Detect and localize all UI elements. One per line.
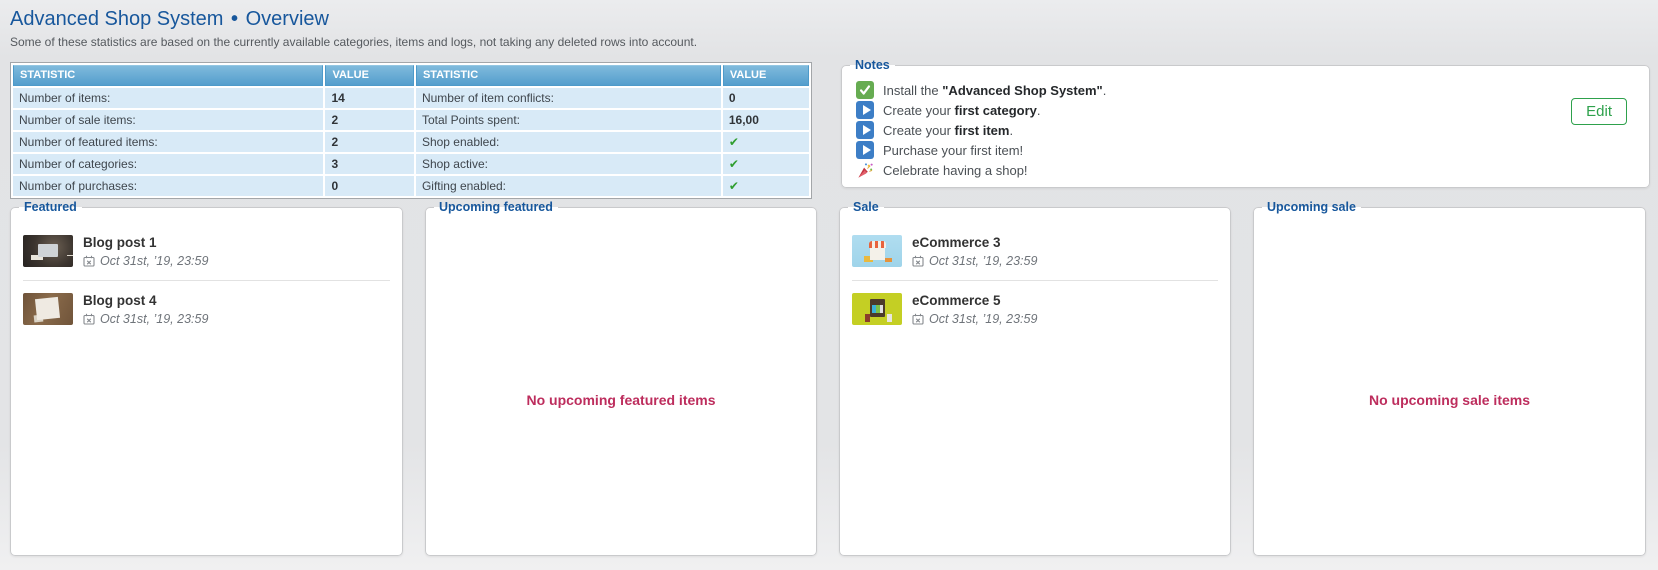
sale-item-title[interactable]: eCommerce 5 (912, 293, 1037, 309)
table-row: Number of purchases: 0 Gifting enabled: … (13, 176, 809, 196)
stat-value: 2 (325, 110, 413, 130)
featured-panel: Featured Blog post 1 Oct 31st, ’19, 23:5… (10, 200, 403, 556)
note-item: Create your first item. (856, 120, 1635, 140)
stat-label: Number of categories: (13, 154, 323, 174)
table-row: Number of items: 14 Number of item confl… (13, 88, 809, 108)
item-thumbnail (852, 235, 902, 267)
note-item: Celebrate having a shop! (856, 160, 1635, 180)
note-text: Create your first item. (883, 123, 1013, 138)
list-item: eCommerce 5 Oct 31st, ’19, 23:59 (852, 280, 1218, 338)
stat-label: Gifting enabled: (416, 176, 721, 196)
stat-label: Shop active: (416, 154, 721, 174)
featured-item-title[interactable]: Blog post 4 (83, 293, 208, 309)
item-end-date: Oct 31st, ’19, 23:59 (83, 312, 208, 326)
upcoming-featured-legend: Upcoming featured (434, 200, 558, 214)
stat-value: 0 (325, 176, 413, 196)
advanced-shop-system-name: "Advanced Shop System" (942, 83, 1102, 98)
stat-value: 16,00 (723, 110, 809, 130)
notes-panel: Notes Install the "Advanced Shop System"… (841, 58, 1650, 188)
note-text: Create your first category. (883, 103, 1041, 118)
list-item: Blog post 1 Oct 31st, ’19, 23:59 (23, 226, 390, 280)
column-header-value: VALUE (723, 65, 809, 86)
column-header-value: VALUE (325, 65, 413, 86)
column-header-statistic: STATISTIC (13, 65, 323, 86)
upcoming-sale-legend: Upcoming sale (1262, 200, 1361, 214)
calendar-icon (83, 313, 95, 325)
list-item: Blog post 4 Oct 31st, ’19, 23:59 (23, 280, 390, 338)
calendar-icon (912, 255, 924, 267)
note-text: Purchase your first item! (883, 143, 1023, 158)
table-row: Number of categories: 3 Shop active: ✔ (13, 154, 809, 174)
page-description: Some of these statistics are based on th… (10, 35, 697, 49)
item-end-date: Oct 31st, ’19, 23:59 (83, 254, 208, 268)
note-item: Install the "Advanced Shop System". (856, 80, 1635, 100)
item-thumbnail (23, 293, 73, 325)
stat-label: Total Points spent: (416, 110, 721, 130)
page-header: Advanced Shop System • Overview Some of … (10, 8, 697, 49)
checkbox-checked-icon (856, 81, 874, 99)
stat-label: Number of item conflicts: (416, 88, 721, 108)
featured-legend: Featured (19, 200, 82, 214)
stat-label: Shop enabled: (416, 132, 721, 152)
item-thumbnail (23, 235, 73, 267)
first-category-link[interactable]: first category (955, 103, 1037, 118)
title-separator: • (231, 8, 238, 30)
page-title-app: Advanced Shop System (10, 8, 223, 30)
featured-item-title[interactable]: Blog post 1 (83, 235, 208, 251)
first-item-link[interactable]: first item (955, 123, 1010, 138)
play-icon (856, 141, 874, 159)
item-thumbnail (852, 293, 902, 325)
note-text: Install the "Advanced Shop System". (883, 83, 1106, 98)
stat-value: 3 (325, 154, 413, 174)
note-item: Create your first category. (856, 100, 1635, 120)
page-title: Advanced Shop System • Overview (10, 8, 697, 31)
play-icon (856, 121, 874, 139)
stat-label: Number of items: (13, 88, 323, 108)
sale-legend: Sale (848, 200, 884, 214)
stat-value: 2 (325, 132, 413, 152)
calendar-icon (912, 313, 924, 325)
check-icon: ✔ (723, 176, 809, 196)
play-icon (856, 101, 874, 119)
stat-value: 14 (325, 88, 413, 108)
stat-label: Number of sale items: (13, 110, 323, 130)
table-header-row: STATISTIC VALUE STATISTIC VALUE (13, 65, 809, 86)
table-row: Number of sale items: 2 Total Points spe… (13, 110, 809, 130)
item-end-date: Oct 31st, ’19, 23:59 (912, 312, 1037, 326)
note-item: Purchase your first item! (856, 140, 1635, 160)
column-header-statistic: STATISTIC (416, 65, 721, 86)
check-icon: ✔ (723, 132, 809, 152)
check-icon: ✔ (723, 154, 809, 174)
edit-button[interactable]: Edit (1571, 98, 1627, 125)
stat-label: Number of purchases: (13, 176, 323, 196)
item-end-date: Oct 31st, ’19, 23:59 (912, 254, 1037, 268)
notes-legend: Notes (850, 58, 895, 72)
upcoming-sale-panel: Upcoming sale No upcoming sale items (1253, 200, 1646, 556)
sale-panel: Sale eCommerce 3 Oct 31st, ’19, 23:59 eC… (839, 200, 1231, 556)
table-row: Number of featured items: 2 Shop enabled… (13, 132, 809, 152)
list-item: eCommerce 3 Oct 31st, ’19, 23:59 (852, 226, 1218, 280)
page-title-section: Overview (246, 8, 329, 30)
empty-state-message: No upcoming sale items (1369, 392, 1530, 408)
party-popper-icon (856, 161, 874, 179)
calendar-icon (83, 255, 95, 267)
stat-value: 0 (723, 88, 809, 108)
statistics-table: STATISTIC VALUE STATISTIC VALUE Number o… (10, 62, 812, 199)
upcoming-featured-panel: Upcoming featured No upcoming featured i… (425, 200, 817, 556)
sale-item-title[interactable]: eCommerce 3 (912, 235, 1037, 251)
stat-label: Number of featured items: (13, 132, 323, 152)
empty-state-message: No upcoming featured items (526, 392, 715, 408)
note-text: Celebrate having a shop! (883, 163, 1028, 178)
